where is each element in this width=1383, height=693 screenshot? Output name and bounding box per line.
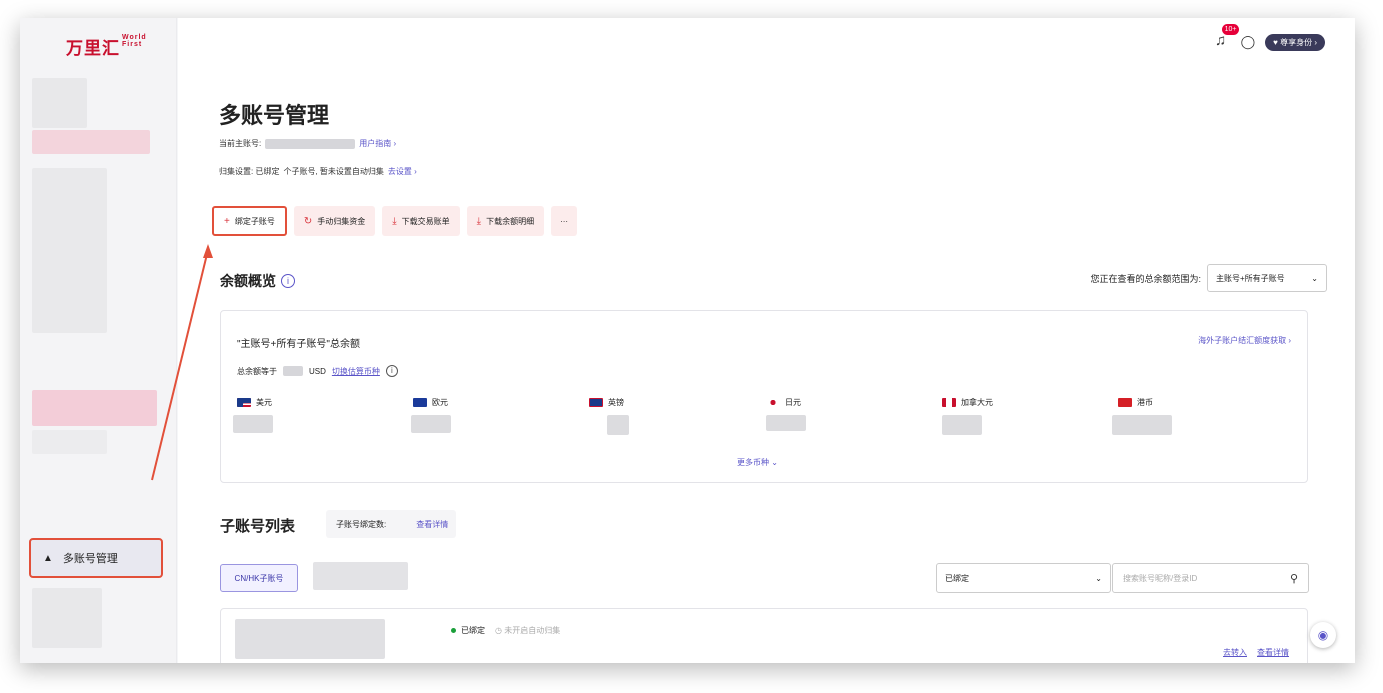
manual-collect-button[interactable]: ↻ 手动归集资金: [293, 206, 376, 236]
amount-blurred: [766, 415, 806, 431]
collect-settings: 归集设置: 已绑定 个子账号, 暂未设置自动归集 去设置 ›: [219, 166, 417, 177]
overseas-quota-link[interactable]: 海外子账户结汇额度获取 ›: [1198, 335, 1291, 346]
download-icon: ⤓: [392, 215, 397, 227]
download-balance-button[interactable]: ⤓ 下载余额明细: [466, 206, 545, 236]
currency-hkd[interactable]: 港币: [1118, 397, 1153, 408]
transfer-in-link[interactable]: 去转入: [1223, 647, 1247, 658]
currency-eur[interactable]: 欧元: [413, 397, 448, 408]
subaccount-list-title: 子账号列表: [220, 518, 296, 535]
sidebar-item-blurred[interactable]: [32, 78, 87, 128]
download-transactions-button[interactable]: ⤓ 下载交易账单: [382, 206, 460, 236]
total-equals: 总余额等于 USD 切换估算币种 i: [237, 365, 398, 377]
sidebar-item-blurred[interactable]: [32, 130, 150, 154]
us-flag-icon: [237, 398, 251, 407]
ca-flag-icon: [942, 398, 956, 407]
sidebar-item-multi-account[interactable]: ▲ 多账号管理: [29, 538, 163, 578]
page-title: 多账号管理: [219, 103, 330, 128]
action-bar: + 绑定子账号 ↻ 手动归集资金 ⤓ 下载交易账单 ⤓ 下载余额明细 ···: [212, 206, 578, 236]
sidebar-item-blurred[interactable]: [32, 168, 107, 333]
user-icon[interactable]: ◯: [1241, 34, 1256, 50]
worldfirst-logo[interactable]: 万里汇World First: [66, 34, 147, 59]
sidebar-item-blurred[interactable]: [32, 390, 157, 426]
download-icon: ⤓: [476, 215, 482, 227]
eu-flag-icon: [413, 398, 427, 407]
account-id-blurred: [265, 138, 356, 149]
status-dot: [451, 628, 456, 633]
subaccount-search-input[interactable]: 搜索账号昵称/登录ID ⚲: [1112, 563, 1309, 593]
bound-count: 子账号绑定数: 查看详情: [326, 510, 456, 538]
chevron-down-icon: ⌄: [1095, 573, 1102, 583]
info-icon[interactable]: i: [281, 274, 295, 288]
total-balance-title: "主账号+所有子账号"总余额: [237, 339, 360, 350]
sidebar-item-blurred[interactable]: [32, 588, 102, 648]
subaccount-name-blurred: [235, 619, 385, 659]
sidebar-item-blurred[interactable]: [32, 430, 107, 454]
row-status: 已绑定 ◷ 未开启自动归集: [451, 625, 560, 636]
app-window: 万里汇World First ▲ 多账号管理 ♫ 10+ ◯ ♥ 尊享身份 › 多…: [20, 18, 1355, 663]
currency-usd[interactable]: 美元: [237, 397, 272, 408]
currency-cad[interactable]: 加拿大元: [942, 397, 993, 408]
go-settings-link[interactable]: 去设置 ›: [388, 166, 417, 177]
scope-select[interactable]: 主账号+所有子账号 ⌄: [1207, 264, 1327, 292]
balance-overview-title: 余额概览 i: [220, 271, 295, 291]
currency-jpy[interactable]: 日元: [766, 397, 801, 408]
amount-blurred: [1112, 415, 1172, 435]
row-details-link[interactable]: 查看详情: [1257, 647, 1289, 658]
currency-gbp[interactable]: 英镑: [589, 397, 624, 408]
balance-card: "主账号+所有子账号"总余额 海外子账户结汇额度获取 › 总余额等于 USD 切…: [220, 310, 1308, 483]
top-bar: ♫ 10+ ◯ ♥ 尊享身份 ›: [1211, 24, 1325, 52]
amount-blurred: [607, 415, 629, 435]
jp-flag-icon: [766, 398, 780, 407]
tab-cn-hk-subaccount[interactable]: CN/HK子账号: [220, 564, 298, 592]
identity-badge[interactable]: ♥ 尊享身份 ›: [1265, 33, 1325, 51]
info-icon[interactable]: i: [385, 365, 398, 377]
user-group-icon: ▲: [43, 552, 53, 564]
uk-flag-icon: [589, 398, 603, 407]
notification-badge: 10+: [1221, 24, 1240, 35]
notification-bell[interactable]: ♫ 10+: [1211, 24, 1240, 52]
help-bulb-icon[interactable]: ◉: [1310, 622, 1336, 648]
amount-blurred: [411, 415, 451, 433]
sidebar: 万里汇World First ▲ 多账号管理: [20, 18, 177, 663]
tab-blurred[interactable]: [313, 562, 408, 590]
user-guide-link[interactable]: 用户指南 ›: [359, 138, 396, 149]
amount-blurred: [942, 415, 982, 435]
switch-currency-link[interactable]: 切换估算币种: [332, 366, 380, 377]
view-details-link[interactable]: 查看详情: [416, 519, 448, 530]
refresh-icon: ↻: [303, 215, 313, 227]
row-actions: 去转入 查看详情: [1223, 647, 1289, 658]
bind-subaccount-button[interactable]: + 绑定子账号: [212, 206, 287, 236]
search-icon[interactable]: ⚲: [1290, 572, 1298, 585]
hk-flag-icon: [1118, 398, 1132, 407]
more-currencies-toggle[interactable]: 更多币种 ⌄: [737, 457, 778, 468]
main-content: ♫ 10+ ◯ ♥ 尊享身份 › 多账号管理 当前主账号: 用户指南 › 归集设…: [178, 18, 1355, 663]
bound-status-filter[interactable]: 已绑定 ⌄: [936, 563, 1111, 593]
amount-blurred: [283, 366, 303, 376]
plus-icon: +: [224, 215, 230, 227]
table-row: 已绑定 ◷ 未开启自动归集 去转入 查看详情: [220, 608, 1308, 663]
current-main-account: 当前主账号: 用户指南 ›: [219, 138, 397, 149]
chevron-down-icon: ⌄: [1311, 273, 1318, 283]
more-actions-button[interactable]: ···: [551, 206, 578, 236]
balance-scope: 您正在查看的总余额范围为: 主账号+所有子账号 ⌄: [1090, 264, 1327, 292]
amount-blurred: [233, 415, 273, 433]
